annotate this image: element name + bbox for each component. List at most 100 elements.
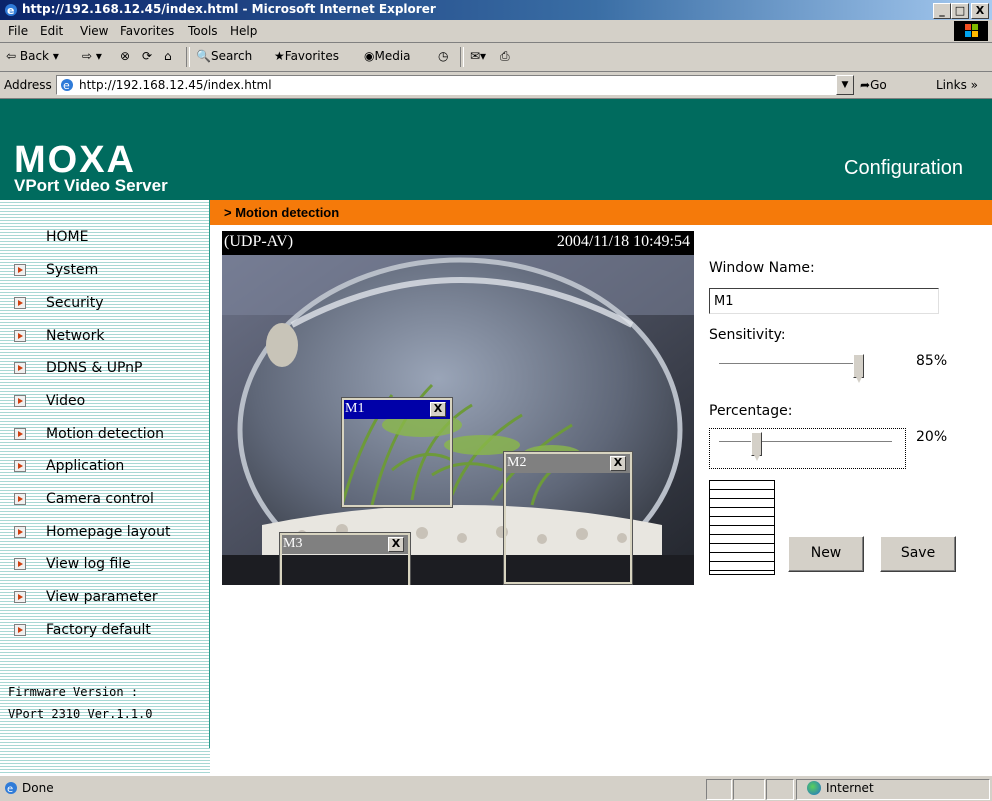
stop-icon[interactable]: ⊗ <box>120 49 130 63</box>
minimize-button[interactable]: _ <box>933 3 951 19</box>
sidebar-item-motion-detection[interactable]: Motion detection <box>0 421 209 449</box>
favorites-label: Favorites <box>284 49 339 63</box>
address-url: http://192.168.12.45/index.html <box>79 78 272 92</box>
status-text: Done <box>22 781 54 795</box>
video-timestamp: 2004/11/18 10:49:54 <box>556 233 690 250</box>
sidebar-item-network[interactable]: Network <box>0 323 209 351</box>
arrow-icon <box>14 558 26 570</box>
arrow-icon <box>14 428 26 440</box>
menu-edit[interactable]: Edit <box>40 24 63 38</box>
percentage-slider-track[interactable] <box>719 441 892 443</box>
sidebar-item-system[interactable]: System <box>0 257 209 285</box>
sidebar-item-view-log-file[interactable]: View log file <box>0 551 209 579</box>
sensitivity-slider-thumb[interactable] <box>852 354 864 383</box>
arrow-icon <box>14 624 26 636</box>
links-button[interactable]: Links » <box>936 78 978 92</box>
motion-window-name: M2 <box>507 455 527 470</box>
window-name-label: Window Name: <box>709 260 815 276</box>
window-title: http://192.168.12.45/index.html - Micros… <box>22 2 436 16</box>
mail-icon[interactable]: ✉▾ <box>470 49 486 63</box>
page-done-icon: e <box>5 782 17 795</box>
window-name-input[interactable] <box>709 288 939 314</box>
percentage-slider-focus[interactable] <box>709 428 906 469</box>
motion-window-name: M3 <box>283 536 303 551</box>
sidebar-item-label: Application <box>46 458 125 474</box>
ie-icon: e <box>5 4 17 17</box>
sidebar-item-label: Factory default <box>46 622 151 638</box>
motion-window-m2[interactable]: M2 X <box>504 452 632 584</box>
security-zone: Internet <box>826 781 874 795</box>
motion-window-titlebar[interactable]: M3 X <box>282 535 408 554</box>
motion-window-m1[interactable]: M1 X <box>342 398 452 507</box>
history-icon[interactable]: ◷ <box>438 49 448 63</box>
sidebar-item-home[interactable]: HOME <box>0 224 209 252</box>
sidebar-item-view-parameter[interactable]: View parameter <box>0 584 209 612</box>
sidebar-item-label: Motion detection <box>46 426 165 442</box>
address-dropdown-icon[interactable]: ▼ <box>836 75 854 95</box>
sidebar-item-label: Camera control <box>46 491 154 507</box>
sidebar-item-application[interactable]: Application <box>0 453 209 481</box>
links-label: Links <box>936 78 967 92</box>
menu-file[interactable]: File <box>8 24 28 38</box>
status-bar: e Done Internet <box>0 775 992 801</box>
sidebar-item-video[interactable]: Video <box>0 388 209 416</box>
search-button[interactable]: 🔍Search <box>196 49 252 63</box>
refresh-icon[interactable]: ⟳ <box>142 49 152 63</box>
sensitivity-value: 85% <box>916 353 948 369</box>
maximize-button[interactable]: □ <box>951 3 969 19</box>
sidebar-item-label: Video <box>46 393 86 409</box>
firmware-version: VPort 2310 Ver.1.1.0 <box>8 707 153 721</box>
percentage-value: 20% <box>916 429 948 445</box>
sidebar-item-label: HOME <box>46 229 89 245</box>
svg-text:e: e <box>7 4 14 17</box>
home-icon[interactable]: ⌂ <box>164 49 172 63</box>
motion-window-titlebar[interactable]: M1 X <box>344 400 450 419</box>
save-button[interactable]: Save <box>880 536 956 572</box>
sidebar-item-label: System <box>46 262 99 278</box>
arrow-icon <box>14 591 26 603</box>
close-window-button[interactable]: X <box>971 3 989 19</box>
motion-window-titlebar[interactable]: M2 X <box>506 454 630 473</box>
close-icon[interactable]: X <box>610 456 626 471</box>
percentage-slider-thumb[interactable] <box>750 432 762 461</box>
menu-favorites[interactable]: Favorites <box>120 24 174 38</box>
sidebar-item-label: Homepage layout <box>46 524 171 540</box>
close-icon[interactable]: X <box>430 402 446 417</box>
sidebar-item-security[interactable]: Security <box>0 290 209 318</box>
new-button[interactable]: New <box>788 536 864 572</box>
media-button[interactable]: ◉Media <box>364 49 411 63</box>
sidebar-item-homepage-layout[interactable]: Homepage layout <box>0 519 209 547</box>
toolbar: ⇦ Back ▾ ⇨ ▾ ⊗ ⟳ ⌂ 🔍Search ★Favorites ◉M… <box>0 43 992 72</box>
stream-mode: (UDP-AV) <box>224 233 294 250</box>
page-header: MOXA VPort Video Server Configuration <box>0 99 992 200</box>
menu-view[interactable]: View <box>80 24 108 38</box>
forward-button[interactable]: ⇨ ▾ <box>82 49 102 63</box>
sidebar-item-label: Network <box>46 328 105 344</box>
sidebar-item-camera-control[interactable]: Camera control <box>0 486 209 514</box>
back-button[interactable]: ⇦ Back ▾ <box>6 49 59 63</box>
address-label: Address <box>4 78 52 92</box>
menu-help[interactable]: Help <box>230 24 257 38</box>
sidebar: HOME System Security Network DDNS & UPnP… <box>0 200 210 775</box>
motion-level-indicator <box>709 480 775 575</box>
print-icon[interactable]: ⎙ <box>500 49 510 64</box>
favorites-button[interactable]: ★Favorites <box>274 49 339 63</box>
menu-bar: File Edit View Favorites Tools Help <box>0 20 992 43</box>
address-input[interactable]: e http://192.168.12.45/index.html <box>56 75 836 95</box>
video-view[interactable]: M1 X M2 X M3 X <box>222 255 694 585</box>
window-title-bar: e http://192.168.12.45/index.html - Micr… <box>0 0 992 20</box>
sidebar-item-ddns[interactable]: DDNS & UPnP <box>0 355 209 383</box>
close-icon[interactable]: X <box>388 537 404 552</box>
menu-tools[interactable]: Tools <box>188 24 218 38</box>
sidebar-item-factory-default[interactable]: Factory default <box>0 617 209 645</box>
go-button[interactable]: ➦Go <box>860 78 887 92</box>
percentage-label: Percentage: <box>709 403 793 419</box>
motion-window-m3[interactable]: M3 X <box>280 533 410 585</box>
arrow-icon <box>14 264 26 276</box>
sensitivity-slider-track[interactable] <box>719 363 863 365</box>
arrow-icon <box>14 395 26 407</box>
breadcrumb: > Motion detection <box>224 205 340 220</box>
arrow-icon <box>14 493 26 505</box>
section-header: > Motion detection <box>210 200 992 225</box>
section-title: Configuration <box>844 157 963 179</box>
